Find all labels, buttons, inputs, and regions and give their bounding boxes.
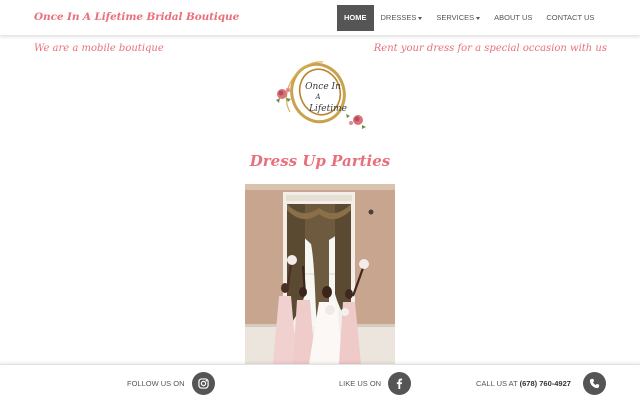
- logo-line-once-in: Once In: [305, 82, 341, 92]
- nav-item-label: ABOUT US: [494, 13, 533, 22]
- tagline-rent-dress: Rent your dress for a special occasion w…: [373, 43, 607, 54]
- call-button[interactable]: [582, 371, 606, 395]
- call-us-prefix: CALL US AT: [476, 378, 518, 388]
- nav-item-label: HOME: [344, 13, 367, 22]
- nav-item-dresses[interactable]: DRESSES: [374, 5, 430, 31]
- nav-menu: HOME DRESSES SERVICES ABOUT US CONTACT U…: [337, 5, 601, 31]
- nav-item-about-us[interactable]: ABOUT US: [487, 5, 539, 31]
- logo-line-a: A: [314, 93, 320, 101]
- nav-item-contact-us[interactable]: CONTACT US: [539, 5, 601, 31]
- page: Once In A Lifetime Bridal Boutique HOME …: [0, 0, 640, 400]
- section-heading: Dress Up Parties: [249, 152, 391, 170]
- brand-link[interactable]: Once In A Lifetime Bridal Boutique: [34, 11, 239, 23]
- follow-us-group: FOLLOW US ON: [127, 371, 215, 395]
- like-us-label: LIKE US ON: [339, 378, 382, 388]
- call-us-group: CALL US AT (678) 760-4927: [476, 371, 606, 395]
- photo-graphic: [245, 184, 395, 364]
- logo-graphic: Once In A Lifetime: [276, 61, 366, 129]
- facebook-icon: [396, 378, 403, 389]
- nav-item-services[interactable]: SERVICES: [429, 5, 487, 31]
- call-us-label: CALL US AT (678) 760-4927: [476, 379, 571, 388]
- facebook-button[interactable]: [388, 371, 412, 395]
- tagline-mobile-boutique: We are a mobile boutique: [34, 43, 164, 54]
- nav-item-label: CONTACT US: [546, 13, 595, 22]
- nav-item-label: SERVICES: [436, 13, 475, 22]
- bridal-party-photo: [245, 184, 395, 364]
- instagram-button[interactable]: [191, 371, 215, 395]
- phone-number[interactable]: (678) 760-4927: [520, 379, 571, 388]
- boutique-logo: Once In A Lifetime: [268, 52, 372, 132]
- bottom-contact-bar: FOLLOW US ON LIKE US ON CALL US AT (678)…: [0, 364, 640, 400]
- instagram-icon: [197, 377, 209, 389]
- top-navbar: Once In A Lifetime Bridal Boutique HOME …: [0, 0, 640, 36]
- phone-icon: [589, 378, 600, 388]
- nav-item-label: DRESSES: [380, 13, 417, 22]
- logo-line-lifetime: Lifetime: [308, 104, 347, 114]
- caret-down-icon: [476, 16, 481, 20]
- caret-down-icon: [418, 16, 423, 20]
- nav-item-home[interactable]: HOME: [337, 5, 374, 31]
- like-us-group: LIKE US ON: [339, 371, 412, 395]
- follow-us-label: FOLLOW US ON: [127, 378, 185, 388]
